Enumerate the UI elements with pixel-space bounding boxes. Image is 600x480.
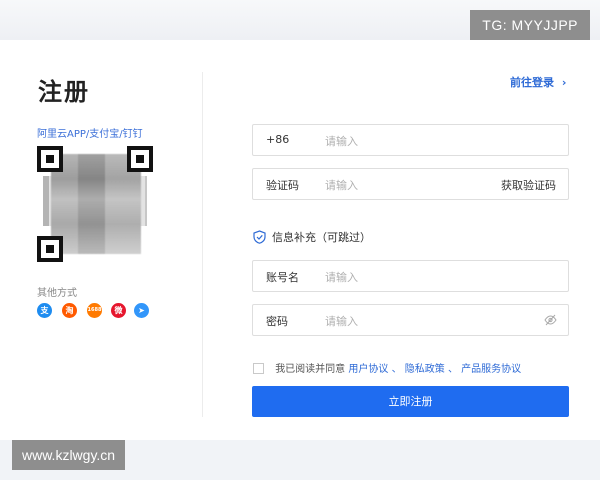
info-section-title: 信息补充（可跳过） bbox=[253, 229, 371, 245]
captcha-label: 验证码 bbox=[266, 179, 299, 192]
password-field[interactable]: 密码 请输入 bbox=[252, 304, 569, 336]
qr-finder-top-right bbox=[127, 146, 153, 172]
agreement-prefix: 我已阅读并同意 bbox=[275, 364, 346, 375]
captcha-field[interactable]: 验证码 请输入 获取验证码 bbox=[252, 168, 569, 200]
alipay-icon[interactable]: 支 bbox=[37, 303, 52, 318]
column-divider bbox=[202, 72, 203, 417]
login-link[interactable]: 前往登录 › bbox=[510, 74, 566, 90]
qr-caption: 阿里云APP/支付宝/钉钉 bbox=[37, 129, 143, 140]
privacy-policy-link[interactable]: 隐私政策 bbox=[405, 364, 445, 375]
login-link-label: 前往登录 bbox=[510, 76, 554, 89]
service-agreement-link[interactable]: 产品服务协议 bbox=[461, 364, 521, 375]
account-field[interactable]: 账号名 请输入 bbox=[252, 260, 569, 292]
watermark-top: TG: MYYJJPP bbox=[470, 10, 590, 40]
phone-input[interactable]: 请输入 bbox=[325, 133, 358, 149]
weibo-icon[interactable]: 微 bbox=[111, 303, 126, 318]
info-section-label: 信息补充（可跳过） bbox=[272, 231, 371, 244]
watermark-bottom: www.kzlwgy.cn bbox=[12, 440, 126, 470]
eye-hidden-icon[interactable] bbox=[544, 314, 557, 326]
user-agreement-link[interactable]: 用户协议 bbox=[348, 364, 388, 375]
captcha-input[interactable]: 请输入 bbox=[325, 177, 358, 193]
page-title: 注册 bbox=[38, 78, 90, 106]
agreement-separator: 、 bbox=[391, 364, 402, 375]
other-methods-label: 其他方式 bbox=[37, 288, 77, 299]
password-label: 密码 bbox=[266, 315, 288, 328]
agree-checkbox[interactable] bbox=[253, 363, 264, 374]
chevron-right-icon: › bbox=[561, 76, 567, 89]
shield-check-icon bbox=[253, 230, 266, 244]
phone-prefix[interactable]: +86 bbox=[266, 133, 289, 146]
aliyun-icon[interactable]: 1688 bbox=[87, 303, 102, 318]
account-label: 账号名 bbox=[266, 271, 299, 284]
agreement-row: 我已阅读并同意 用户协议 、 隐私政策 、 产品服务协议 bbox=[253, 360, 521, 375]
qr-code[interactable] bbox=[37, 146, 153, 262]
password-input[interactable]: 请输入 bbox=[325, 313, 358, 329]
qr-finder-top-left bbox=[37, 146, 63, 172]
qr-finder-bottom-left bbox=[37, 236, 63, 262]
dingtalk-icon[interactable]: ➤ bbox=[134, 303, 149, 318]
taobao-icon[interactable]: 淘 bbox=[62, 303, 77, 318]
register-button[interactable]: 立即注册 bbox=[252, 386, 569, 417]
agreement-separator: 、 bbox=[447, 364, 458, 375]
phone-field[interactable]: +86 请输入 bbox=[252, 124, 569, 156]
get-captcha-button[interactable]: 获取验证码 bbox=[501, 177, 556, 193]
account-input[interactable]: 请输入 bbox=[325, 269, 358, 285]
